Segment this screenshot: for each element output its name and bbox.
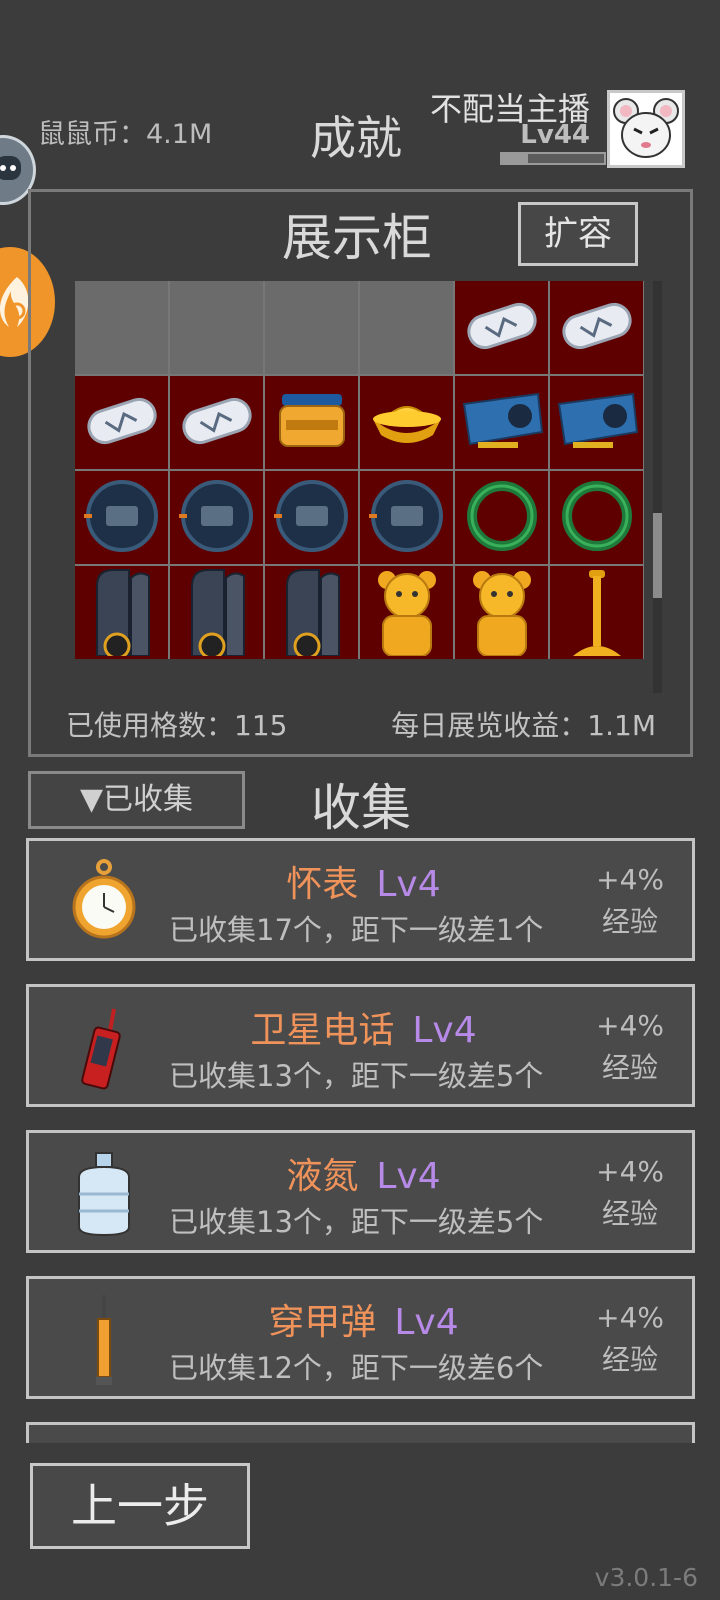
collected-filter-dropdown[interactable]: ▼已收集 — [28, 771, 245, 829]
showcase-slot[interactable] — [75, 376, 168, 469]
item-level: Lv4 — [412, 1010, 477, 1051]
watch-icon — [82, 476, 162, 560]
item-name: 怀表 — [286, 864, 359, 905]
empty-slot[interactable] — [170, 281, 263, 374]
item-progress: 已收集13个，距下一级差5个 — [169, 1205, 544, 1239]
showcase-scrollbar[interactable] — [653, 281, 662, 693]
exp-progress-fill — [502, 154, 528, 163]
showcase-slot[interactable] — [75, 566, 168, 659]
collection-card[interactable]: 怀表 Lv4 已收集17个，距下一级差1个 +4% 经验 — [26, 838, 695, 961]
item-level: Lv4 — [376, 1156, 441, 1197]
showcase-title: 展示柜 — [282, 209, 432, 267]
radio-icon — [277, 566, 347, 660]
showcase-slot[interactable] — [550, 281, 643, 374]
bonus-value: +4% — [596, 863, 664, 896]
showcase-slot[interactable] — [360, 566, 453, 659]
avatar[interactable] — [607, 90, 685, 168]
showcase-slot[interactable] — [455, 566, 548, 659]
showcase-slot[interactable] — [265, 566, 358, 659]
jade-ring-icon — [557, 476, 637, 560]
expand-button[interactable]: 扩容 — [518, 202, 638, 266]
item-progress: 已收集17个，距下一级差1个 — [169, 913, 544, 947]
bonus-type: 经验 — [602, 1343, 659, 1376]
gold-bear-icon — [462, 566, 542, 660]
collection-card[interactable]: 穿甲弹 Lv4 已收集12个，距下一级差6个 +4% 经验 — [26, 1276, 695, 1399]
showcase-slot[interactable] — [170, 376, 263, 469]
collection-title: 收集 — [311, 779, 411, 837]
version-label: v3.0.1-6 — [594, 1563, 698, 1592]
showcase-slot[interactable] — [170, 471, 263, 564]
jar-icon — [272, 386, 352, 460]
showcase-slot[interactable] — [360, 376, 453, 469]
item-name: 液氮 — [286, 1156, 359, 1197]
collection-card[interactable]: 液氮 Lv4 已收集13个，距下一级差5个 +4% 经验 — [26, 1130, 695, 1253]
bonus-type: 经验 — [602, 1197, 659, 1230]
radio-icon — [87, 566, 157, 660]
gpu-card-icon — [553, 386, 641, 460]
pill-icon — [177, 391, 257, 455]
watch-icon — [177, 476, 257, 560]
bonus-value: +4% — [596, 1301, 664, 1334]
item-level: Lv4 — [394, 1302, 459, 1343]
collection-card[interactable] — [26, 1422, 695, 1443]
showcase-slot[interactable] — [455, 471, 548, 564]
watch-icon — [367, 476, 447, 560]
back-button[interactable]: 上一步 — [30, 1463, 250, 1549]
pill-icon — [557, 296, 637, 360]
showcase-slot[interactable] — [265, 471, 358, 564]
page-title: 成就 — [310, 111, 402, 165]
showcase-slot[interactable] — [550, 471, 643, 564]
empty-slot[interactable] — [75, 281, 168, 374]
daily-income: 每日展览收益：1.1M — [391, 709, 656, 742]
showcase-slot[interactable] — [360, 471, 453, 564]
pill-icon — [82, 391, 162, 455]
bonus-type: 经验 — [602, 1051, 659, 1084]
used-slots: 已使用格数：115 — [66, 709, 288, 742]
empty-slot[interactable] — [265, 281, 358, 374]
pill-icon — [462, 296, 542, 360]
showcase-slot[interactable] — [455, 281, 548, 374]
showcase-slot[interactable] — [265, 376, 358, 469]
jade-ring-icon — [462, 476, 542, 560]
bonus-value: +4% — [596, 1155, 664, 1188]
showcase-slot[interactable] — [170, 566, 263, 659]
item-progress: 已收集12个，距下一级差6个 — [169, 1351, 544, 1385]
item-name: 穿甲弹 — [268, 1302, 377, 1343]
collection-card[interactable]: 卫星电话 Lv4 已收集13个，距下一级差5个 +4% 经验 — [26, 984, 695, 1107]
item-name: 卫星电话 — [250, 1010, 395, 1051]
item-level: Lv4 — [376, 864, 441, 905]
collection-list[interactable]: 怀表 Lv4 已收集17个，距下一级差1个 +4% 经验 卫星电话 Lv4 已收集13… — [26, 838, 695, 1443]
bonus-value: +4% — [596, 1009, 664, 1042]
showcase-slot[interactable] — [550, 566, 643, 659]
radio-icon — [182, 566, 252, 660]
player-level: Lv44 — [520, 120, 590, 150]
coin-balance: 鼠鼠币：4.1M — [38, 119, 213, 150]
gold-ingot-icon — [367, 391, 447, 455]
gold-stand-icon — [567, 566, 627, 660]
gpu-card-icon — [458, 386, 546, 460]
showcase-slot[interactable] — [75, 471, 168, 564]
showcase-scroll-thumb[interactable] — [653, 513, 662, 598]
bonus-type: 经验 — [602, 905, 659, 938]
empty-slot[interactable] — [360, 281, 453, 374]
watch-icon — [272, 476, 352, 560]
showcase-slot[interactable] — [550, 376, 643, 469]
showcase-grid[interactable] — [75, 281, 644, 693]
exp-progress-bar — [500, 152, 606, 165]
showcase-slot[interactable] — [455, 376, 548, 469]
item-progress: 已收集13个，距下一级差5个 — [169, 1059, 544, 1093]
gold-bear-icon — [367, 566, 447, 660]
